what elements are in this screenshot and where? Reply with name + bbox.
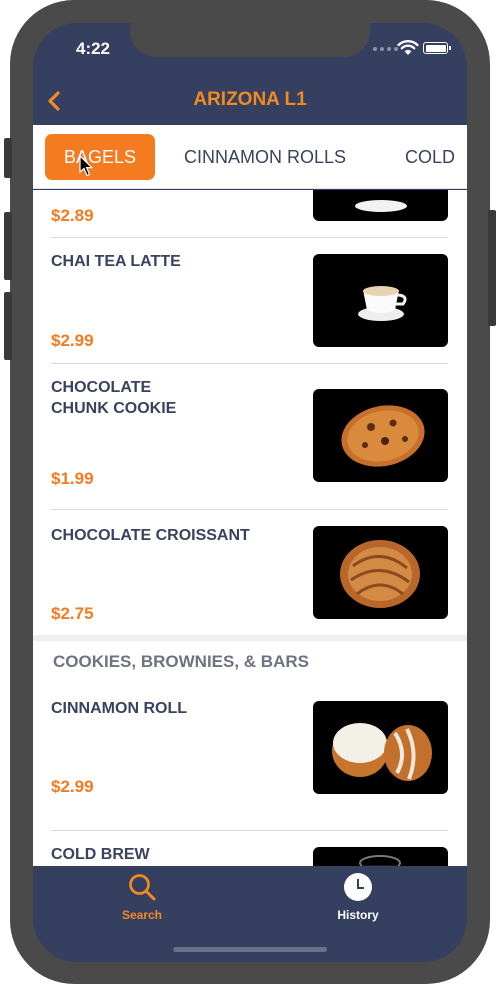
item-image[interactable] <box>313 190 448 221</box>
category-tabs: BAGELS CINNAMON ROLLS COLD <box>33 125 467 189</box>
cookie-icon <box>341 405 425 467</box>
volume-down-button <box>4 292 12 360</box>
home-indicator[interactable] <box>173 947 327 952</box>
tab-cold[interactable]: COLD <box>405 134 455 180</box>
cinnamon-roll-icon <box>332 723 432 781</box>
mute-switch <box>4 138 12 178</box>
item-image[interactable] <box>313 389 448 482</box>
item-price: $2.89 <box>51 206 94 225</box>
item-name: CHOCOLATE CROISSANT <box>51 527 250 544</box>
section-separator <box>33 635 467 641</box>
app-screen: 4:22 ARIZONA L1 BAGELS CINNAMON ROLLS CO… <box>33 23 467 962</box>
battery-icon <box>423 42 451 54</box>
item-name: CHOCOLATE CHUNK COOKIE <box>51 379 177 417</box>
item-name: COLD BREW <box>51 846 150 863</box>
item-price: $1.99 <box>51 469 94 488</box>
item-image[interactable] <box>313 701 448 794</box>
divider <box>51 363 448 364</box>
page-title: ARIZONA L1 <box>193 89 307 110</box>
divider <box>51 237 448 238</box>
tab-cinnamon-rolls[interactable]: CINNAMON ROLLS <box>184 134 346 180</box>
bottom-tab-bar: Search History <box>33 866 467 962</box>
search-icon <box>129 874 156 901</box>
item-price: $2.99 <box>51 331 94 350</box>
item-image[interactable] <box>313 254 448 347</box>
tab-search[interactable]: Search <box>92 872 192 926</box>
tea-cup-icon <box>358 286 407 321</box>
divider <box>51 830 448 831</box>
item-price: $2.99 <box>51 777 94 796</box>
tab-history[interactable]: History <box>308 872 408 926</box>
notch <box>130 23 370 57</box>
tab-bagels[interactable]: BAGELS <box>45 134 155 180</box>
croissant-icon <box>340 540 420 608</box>
signal-dots-icon <box>373 47 398 51</box>
status-time: 4:22 <box>75 39 111 58</box>
menu-list: $2.89 CHAI TEA LATTE $2.99 CHOCOLATE CHU… <box>33 190 467 866</box>
power-button <box>488 210 496 326</box>
tab-search-label: Search <box>121 908 163 922</box>
wifi-icon <box>397 40 419 55</box>
cup-icon <box>355 200 407 212</box>
item-name: CINNAMON ROLL <box>51 700 187 717</box>
item-image[interactable] <box>313 526 448 619</box>
volume-up-button <box>4 212 12 280</box>
tab-history-label: History <box>337 908 379 922</box>
clock-icon <box>344 873 372 901</box>
divider <box>51 509 448 510</box>
item-image[interactable] <box>313 847 448 866</box>
cup-icon <box>359 855 401 866</box>
item-name: CHAI TEA LATTE <box>51 253 181 270</box>
section-title: COOKIES, BROWNIES, & BARS <box>53 652 309 671</box>
item-price: $2.75 <box>51 604 94 623</box>
